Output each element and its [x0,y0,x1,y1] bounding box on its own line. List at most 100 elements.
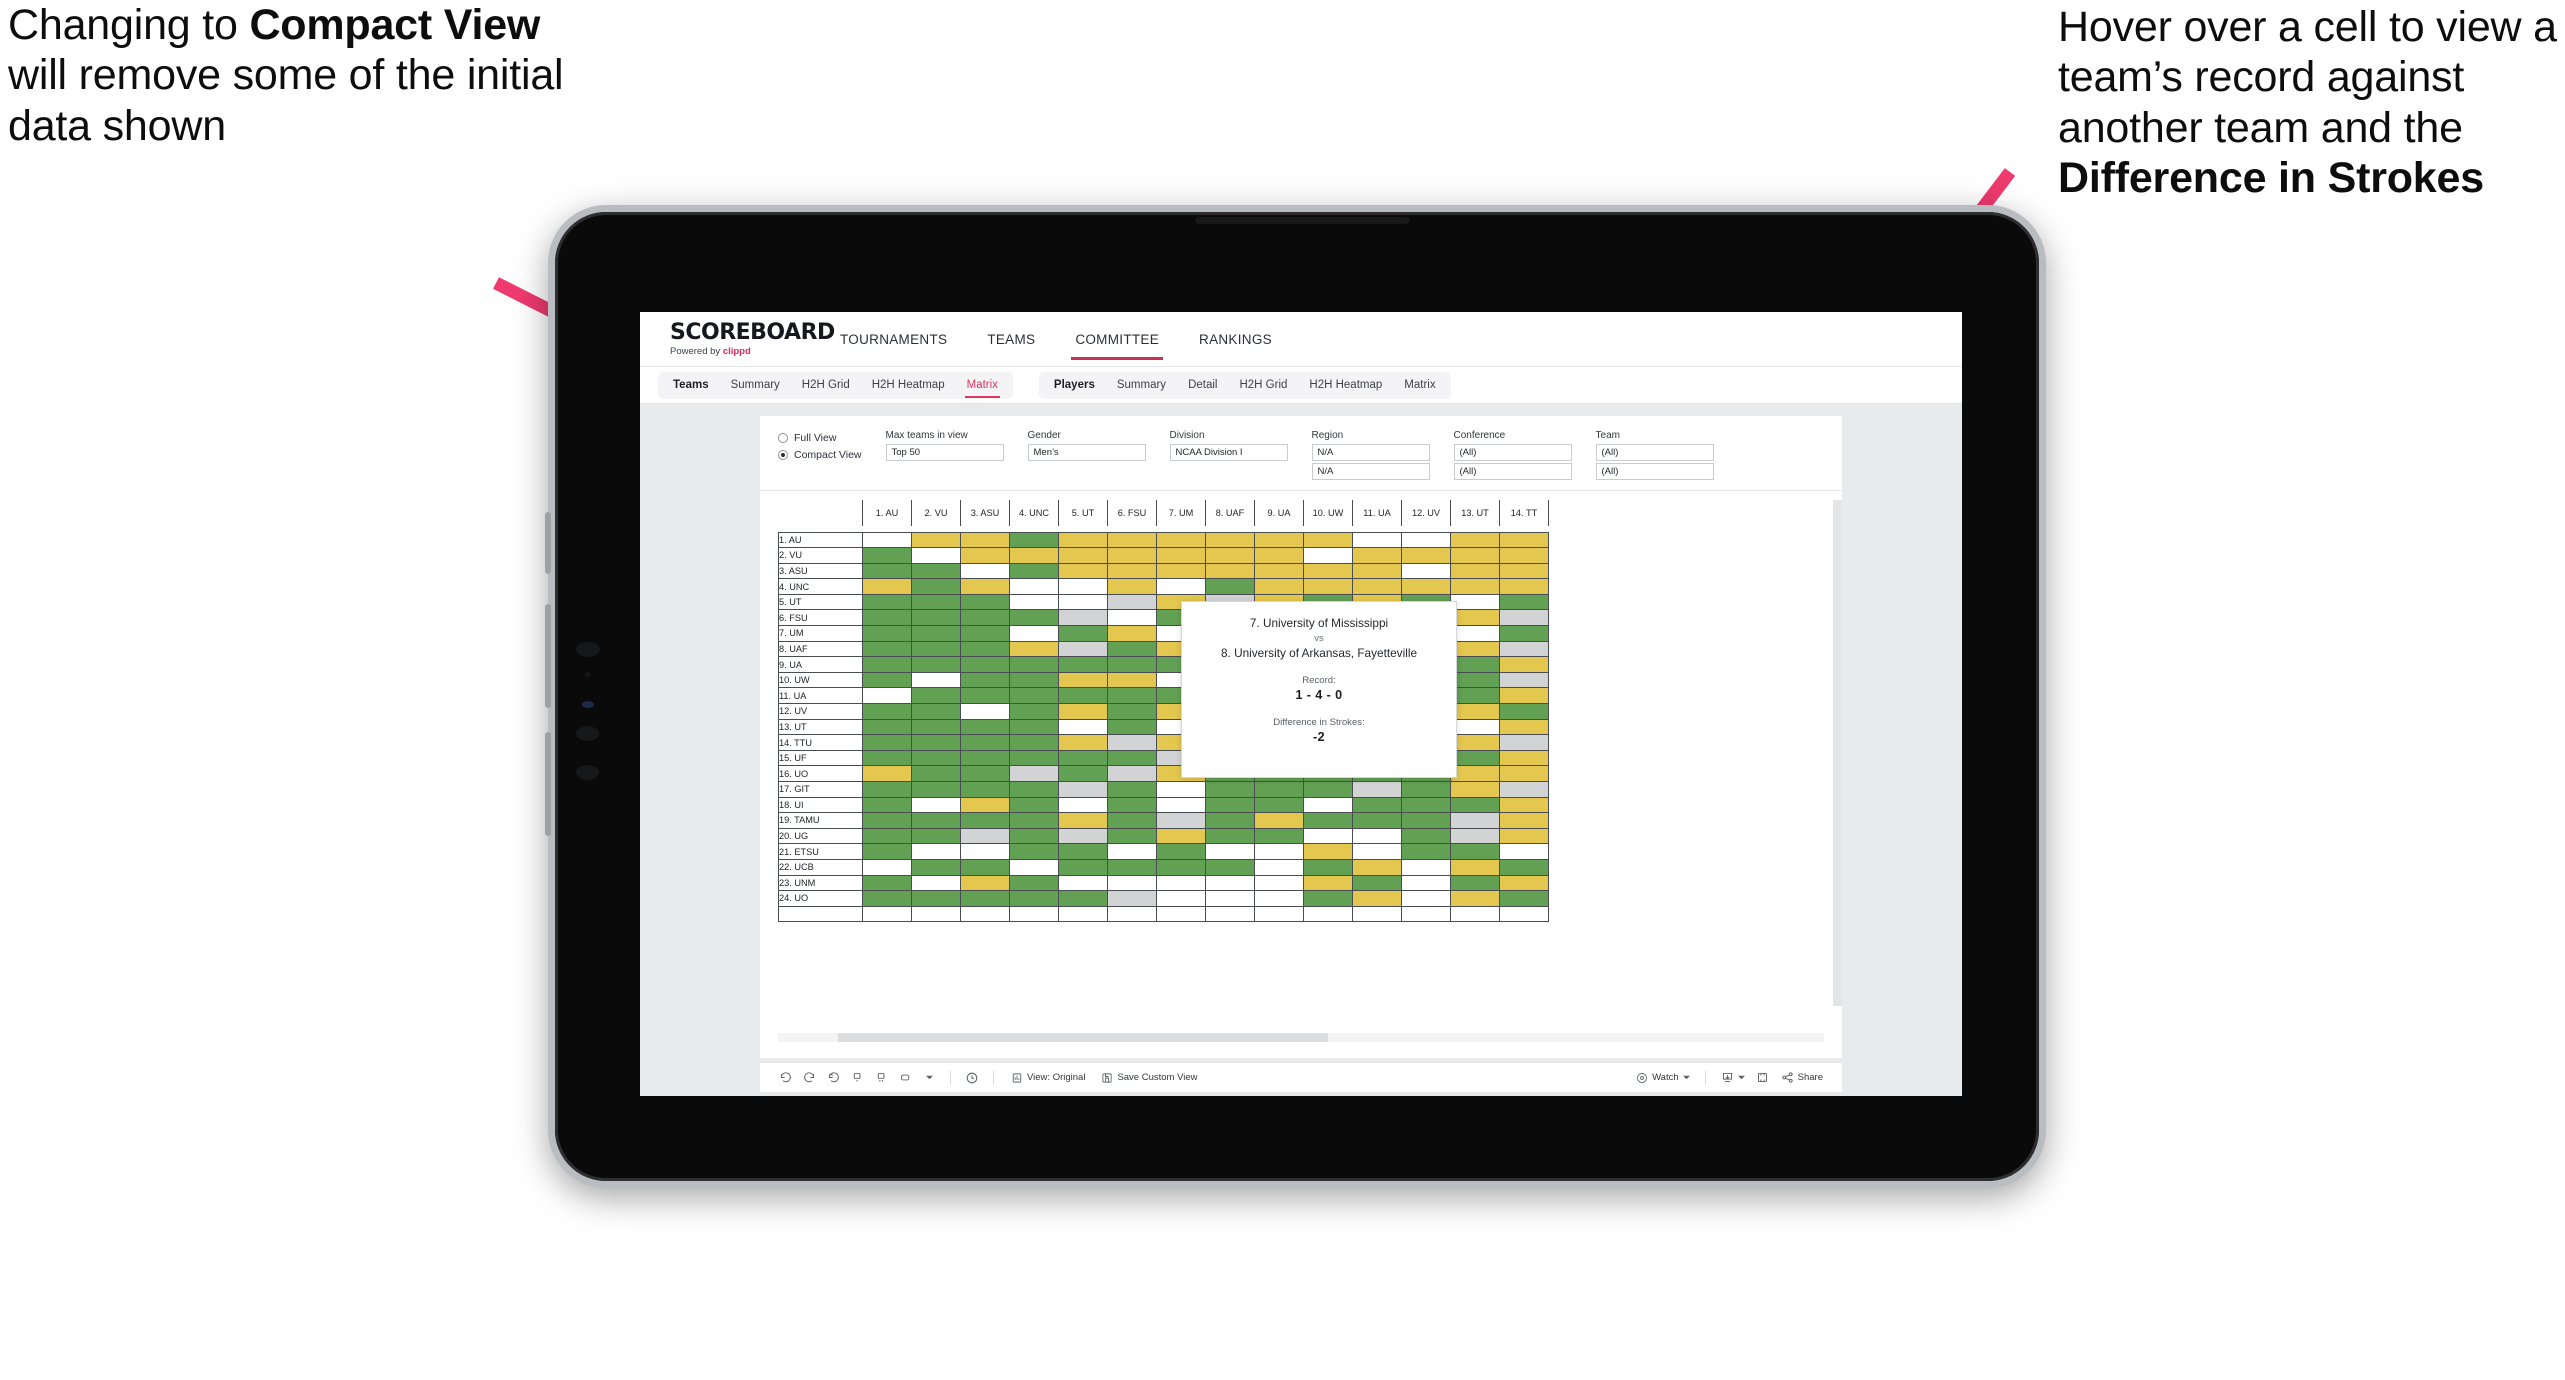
redo-icon[interactable] [798,1067,820,1089]
matrix-column-header[interactable]: 14. TT [1499,500,1549,526]
matrix-cell[interactable] [1352,843,1402,860]
matrix-cell[interactable] [1450,890,1500,907]
matrix-cell[interactable] [1254,781,1304,798]
matrix-cell[interactable] [1450,718,1500,736]
matrix-cell[interactable] [1009,781,1059,798]
matrix-cell[interactable] [1499,812,1549,829]
subnav-players-head[interactable]: Players [1043,372,1106,399]
matrix-cell[interactable] [1499,687,1549,705]
matrix-cell[interactable] [1352,812,1402,829]
topnav-rankings[interactable]: RANKINGS [1179,312,1292,367]
matrix-cell[interactable] [1009,812,1059,829]
matrix-cell[interactable] [1303,858,1353,876]
matrix-cell[interactable] [1156,796,1206,814]
matrix-cell[interactable] [1450,703,1500,720]
matrix-row-header[interactable]: 24. UO [778,890,863,907]
matrix-row-header[interactable]: 5. UT [778,593,863,611]
matrix-cell[interactable] [1058,609,1108,627]
matrix-row-header[interactable]: 7. UM [778,625,863,642]
matrix-cell[interactable] [1254,547,1304,564]
matrix-cell[interactable] [1107,593,1157,611]
matrix-cell[interactable] [1303,781,1353,798]
matrix-cell[interactable] [1499,796,1549,814]
matrix-cell[interactable] [1450,687,1500,705]
matrix-cell[interactable] [960,562,1010,580]
matrix-cell[interactable] [1009,718,1059,736]
matrix-cell[interactable] [911,562,961,580]
matrix-cell[interactable] [1009,874,1059,892]
matrix-cell[interactable] [1009,640,1059,658]
matrix-cell[interactable] [960,625,1010,642]
matrix-cell[interactable] [1450,671,1500,689]
matrix-cell[interactable] [1009,609,1059,627]
vertical-scroll-shade[interactable] [1833,500,1842,1006]
matrix-cell[interactable] [1009,593,1059,611]
matrix-cell[interactable] [1009,703,1059,720]
matrix-cell[interactable] [911,578,961,595]
matrix-column-header[interactable]: 7. UM [1156,500,1206,526]
matrix-cell[interactable] [862,781,912,798]
download-button[interactable] [1714,1067,1752,1089]
matrix-cell[interactable] [1107,703,1157,720]
matrix-row-header[interactable]: 1. AU [778,531,863,549]
matrix-cell[interactable] [1156,890,1206,907]
matrix-cell[interactable] [911,858,961,876]
matrix-cell[interactable] [911,734,961,751]
matrix-row-header[interactable]: 2. VU [778,547,863,564]
matrix-row-header[interactable]: 13. UT [778,718,863,736]
matrix-cell[interactable] [1254,812,1304,829]
matrix-cell[interactable] [1058,890,1108,907]
matrix-row-header[interactable]: 12. UV [778,703,863,720]
matrix-cell[interactable] [1107,640,1157,658]
matrix-cell[interactable] [1058,843,1108,860]
matrix-cell[interactable] [1009,687,1059,705]
matrix-cell[interactable] [862,656,912,673]
matrix-cell[interactable] [960,734,1010,751]
matrix-cell[interactable] [1401,890,1451,907]
matrix-cell[interactable] [960,671,1010,689]
volume-down-button[interactable] [545,604,551,708]
matrix-cell[interactable] [1009,625,1059,642]
matrix-cell[interactable] [1107,858,1157,876]
matrix-cell[interactable] [1009,562,1059,580]
matrix-cell[interactable] [1107,843,1157,860]
matrix-cell[interactable] [1450,781,1500,798]
matrix-cell[interactable] [1107,781,1157,798]
matrix-cell[interactable] [1156,547,1206,564]
matrix-cell[interactable] [1058,718,1108,736]
matrix-cell[interactable] [862,796,912,814]
matrix-cell[interactable] [1450,531,1500,549]
matrix-cell[interactable] [1058,531,1108,549]
matrix-cell[interactable] [1058,640,1108,658]
matrix-cell[interactable] [1401,858,1451,876]
matrix-cell[interactable] [862,625,912,642]
matrix-cell[interactable] [911,593,961,611]
horizontal-scrollbar-track[interactable] [778,1033,1824,1042]
matrix-cell[interactable] [1450,578,1500,595]
matrix-cell[interactable] [1499,578,1549,595]
toolbar-dropdown-caret[interactable] [918,1067,940,1089]
matrix-cell[interactable] [1156,843,1206,860]
matrix-cell[interactable] [960,749,1010,767]
matrix-column-header[interactable]: 12. UV [1401,500,1451,526]
subnav-teams-summary[interactable]: Summary [720,372,791,399]
matrix-cell[interactable] [1107,734,1157,751]
matrix-row-header[interactable]: 22. UCB [778,858,863,876]
matrix-cell[interactable] [1009,843,1059,860]
matrix-cell[interactable] [1450,609,1500,627]
matrix-cell[interactable] [1058,765,1108,782]
matrix-cell[interactable] [862,578,912,595]
matrix-cell[interactable] [862,749,912,767]
matrix-cell[interactable] [862,827,912,845]
pause-refresh-icon[interactable] [846,1067,868,1089]
matrix-cell[interactable] [1352,578,1402,595]
matrix-cell[interactable] [960,531,1010,549]
matrix-cell[interactable] [960,656,1010,673]
matrix-cell[interactable] [1352,890,1402,907]
matrix-cell[interactable] [1009,547,1059,564]
app-logo[interactable]: SCOREBOARD Powered by clippd [670,321,835,357]
radio-compact-view[interactable]: Compact View [778,449,862,461]
matrix-row-header[interactable]: 8. UAF [778,640,863,658]
matrix-column-header[interactable]: 9. UA [1254,500,1304,526]
matrix-cell[interactable] [1303,578,1353,595]
